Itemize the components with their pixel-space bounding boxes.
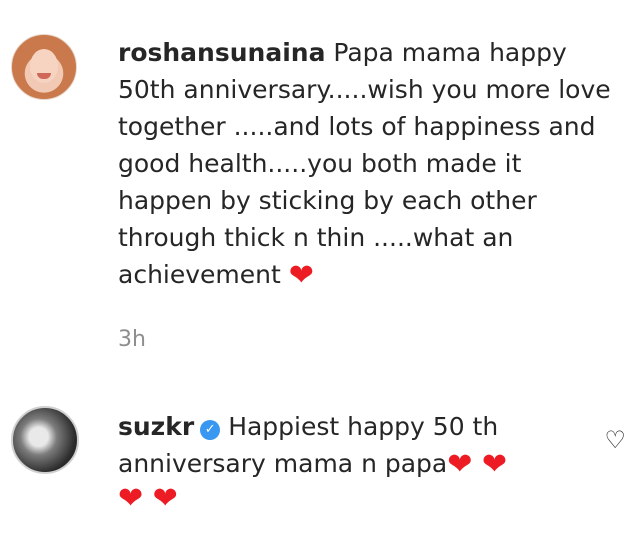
- avatar[interactable]: [11, 406, 79, 474]
- like-heart-outline-icon[interactable]: ♡: [604, 426, 626, 455]
- username-link[interactable]: roshansunaina: [118, 38, 325, 67]
- username-link[interactable]: suzkr: [118, 412, 194, 441]
- comment-body: roshansunaina Papa mama happy 50th anniv…: [118, 34, 618, 293]
- heart-emoji: ❤ ❤: [447, 447, 508, 482]
- comment-body: suzkr ✓ Happiest happy 50 th anniversary m…: [118, 408, 558, 514]
- comment-timestamp[interactable]: 3h: [118, 327, 146, 352]
- avatar[interactable]: [11, 34, 77, 100]
- heart-emoji: ❤: [288, 258, 314, 293]
- heart-emoji-line: ❤ ❤: [118, 481, 178, 516]
- comment-text: Papa mama happy 50th anniversary.....wis…: [118, 38, 611, 289]
- verified-badge-icon: ✓: [200, 420, 221, 440]
